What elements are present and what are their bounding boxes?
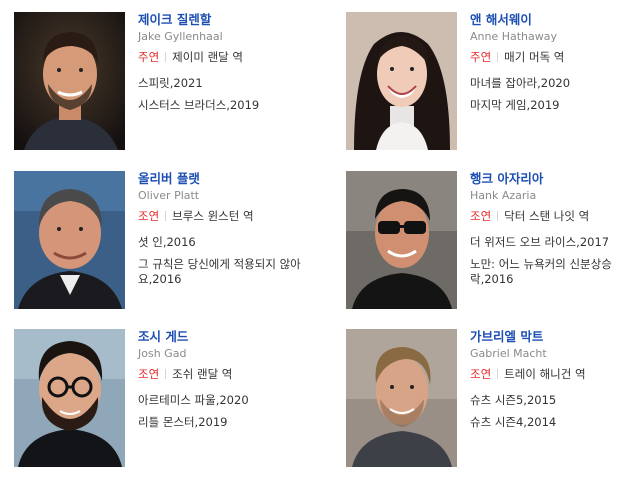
role-name: 매기 머독 역 [504,50,565,64]
role-type-label: 주연 [470,50,492,64]
filmography-list: 셧 인,2016 그 규칙은 당신에게 적용되지 않아요,2016 [138,235,308,287]
cast-info: 제이크 질렌할 Jake Gyllenhaal 주연 제이미 랜달 역 스피릿,2… [138,12,308,120]
actor-name-english: Oliver Platt [138,189,200,202]
cast-info: 올리버 플랫 Oliver Platt 조연 브루스 윈스턴 역 셧 인,2016… [138,171,308,291]
role-type-label: 주연 [138,50,160,64]
actor-name-english: Gabriel Macht [470,347,547,360]
filmography-item[interactable]: 더 위저드 오브 라이스,2017 [470,235,627,250]
cast-card: 가브리엘 막트 Gabriel Macht 조연 트레이 해니건 역 슈츠 시즌5… [346,329,627,469]
actor-name-korean[interactable]: 가브리엘 막트 [470,329,627,345]
actor-photo[interactable] [14,12,125,150]
role-name: 브루스 윈스턴 역 [172,209,254,223]
filmography-item[interactable]: 슈츠 시즌4,2014 [470,415,627,430]
filmography-item[interactable]: 노만: 어느 뉴욕커의 신분상승락,2016 [470,257,627,287]
filmography-item[interactable]: 마녀를 잡아라,2020 [470,76,627,91]
filmography-list: 스피릿,2021 시스터스 브라더스,2019 [138,76,308,113]
actor-photo[interactable] [14,171,125,309]
cast-info: 행크 아자리아 Hank Azaria 조연 닥터 스탠 나잇 역 더 위저드 오… [470,171,627,291]
actor-photo[interactable] [346,12,457,150]
role-line: 조연 트레이 해니건 역 [470,367,627,382]
actor-name-korean[interactable]: 조시 게드 [138,329,308,345]
role-divider [497,211,499,221]
actor-portrait-icon [14,12,125,150]
role-divider [165,52,167,62]
filmography-item[interactable]: 아르테미스 파울,2020 [138,393,308,408]
role-divider [497,52,499,62]
cast-info: 앤 해서웨이 Anne Hathaway 주연 매기 머독 역 마녀를 잡아라,2… [470,12,627,120]
actor-name-korean[interactable]: 앤 해서웨이 [470,12,627,28]
cast-card: 올리버 플랫 Oliver Platt 조연 브루스 윈스턴 역 셧 인,2016… [14,171,314,311]
actor-name-korean[interactable]: 올리버 플랫 [138,171,308,187]
actor-portrait-icon [346,171,457,309]
filmography-item[interactable]: 시스터스 브라더스,2019 [138,98,308,113]
actor-name-korean[interactable]: 행크 아자리아 [470,171,627,187]
filmography-list: 아르테미스 파울,2020 리틀 몬스터,2019 [138,393,308,430]
filmography-item[interactable]: 셧 인,2016 [138,235,308,250]
actor-portrait-icon [14,171,125,309]
cast-card: 제이크 질렌할 Jake Gyllenhaal 주연 제이미 랜달 역 스피릿,2… [14,12,314,152]
actor-name-english: Hank Azaria [470,189,537,202]
role-name: 트레이 해니건 역 [504,367,586,381]
filmography-list: 마녀를 잡아라,2020 마지막 게임,2019 [470,76,627,113]
filmography-list: 더 위저드 오브 라이스,2017 노만: 어느 뉴욕커의 신분상승락,2016 [470,235,627,287]
filmography-item[interactable]: 스피릿,2021 [138,76,308,91]
role-divider [165,211,167,221]
role-line: 조연 닥터 스탠 나잇 역 [470,209,627,224]
filmography-item[interactable]: 슈츠 시즌5,2015 [470,393,627,408]
role-type-label: 조연 [138,209,160,223]
actor-photo[interactable] [346,171,457,309]
actor-name-english: Jake Gyllenhaal [138,30,223,43]
role-divider [165,369,167,379]
cast-card: 앤 해서웨이 Anne Hathaway 주연 매기 머독 역 마녀를 잡아라,2… [346,12,627,152]
actor-portrait-icon [346,329,457,467]
actor-name-korean[interactable]: 제이크 질렌할 [138,12,308,28]
role-type-label: 조연 [138,367,160,381]
role-line: 주연 제이미 랜달 역 [138,50,308,65]
role-name: 조쉬 랜달 역 [172,367,233,381]
cast-info: 가브리엘 막트 Gabriel Macht 조연 트레이 해니건 역 슈츠 시즌5… [470,329,627,437]
role-name: 제이미 랜달 역 [172,50,243,64]
filmography-list: 슈츠 시즌5,2015 슈츠 시즌4,2014 [470,393,627,430]
role-name: 닥터 스탠 나잇 역 [504,209,590,223]
role-line: 조연 조쉬 랜달 역 [138,367,308,382]
filmography-item[interactable]: 마지막 게임,2019 [470,98,627,113]
actor-photo[interactable] [14,329,125,467]
cast-info: 조시 게드 Josh Gad 조연 조쉬 랜달 역 아르테미스 파울,2020 리… [138,329,308,437]
actor-portrait-icon [346,12,457,150]
actor-photo[interactable] [346,329,457,467]
role-divider [497,369,499,379]
role-line: 주연 매기 머독 역 [470,50,627,65]
role-type-label: 조연 [470,209,492,223]
cast-card: 조시 게드 Josh Gad 조연 조쉬 랜달 역 아르테미스 파울,2020 리… [14,329,314,469]
actor-name-english: Anne Hathaway [470,30,558,43]
filmography-item[interactable]: 그 규칙은 당신에게 적용되지 않아요,2016 [138,257,308,287]
actor-name-english: Josh Gad [138,347,187,360]
role-type-label: 조연 [470,367,492,381]
filmography-item[interactable]: 리틀 몬스터,2019 [138,415,308,430]
cast-card: 행크 아자리아 Hank Azaria 조연 닥터 스탠 나잇 역 더 위저드 오… [346,171,627,311]
actor-portrait-icon [14,329,125,467]
role-line: 조연 브루스 윈스턴 역 [138,209,308,224]
